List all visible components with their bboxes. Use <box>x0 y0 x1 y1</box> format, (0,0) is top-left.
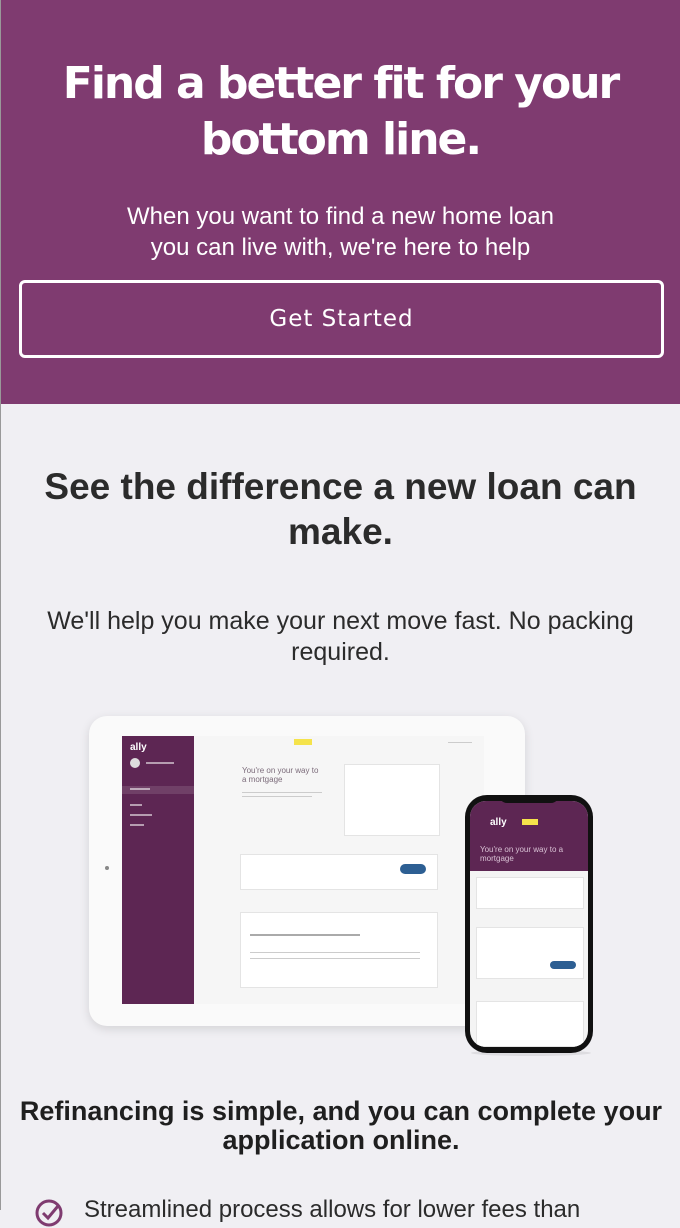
difference-section: See the difference a new loan can make. … <box>1 464 680 668</box>
tablet-logo: ally <box>130 742 147 753</box>
phone-notch <box>499 795 559 803</box>
tablet-mockup: ally You're on your way to a mortgage <box>89 716 525 1026</box>
text-line <box>250 958 420 959</box>
sidebar-line <box>130 804 142 806</box>
phone-logo: ally <box>490 817 507 828</box>
devices-illustration: ally You're on your way to a mortgage al… <box>1 700 680 1070</box>
sidebar-line <box>146 762 174 764</box>
sidebar-line <box>130 788 150 790</box>
bullet-text: Streamlined process allows for lower fee… <box>84 1196 581 1223</box>
avatar <box>130 758 140 768</box>
phone-mockup: ally You're on your way to a mortgage <box>465 795 593 1053</box>
loan-summary-card <box>476 1001 584 1047</box>
tablet-screen: ally You're on your way to a mortgage <box>122 736 484 1004</box>
address-line <box>250 934 360 936</box>
checkmark-icon <box>35 1199 63 1227</box>
sidebar-line <box>130 824 144 826</box>
phone-shadow <box>471 1050 591 1056</box>
status-badge <box>522 819 538 825</box>
hero-title: Find a better fit for your bottom line. <box>62 58 620 165</box>
get-started-button[interactable]: Get Started <box>19 280 664 358</box>
tablet-main: You're on your way to a mortgage <box>194 736 484 1004</box>
phone-header: ally You're on your way to a mortgage <box>470 801 588 871</box>
phone-title: You're on your way to a mortgage <box>480 845 564 863</box>
tasks-card <box>476 927 584 979</box>
go-to-tasks-pill <box>400 864 426 874</box>
progress-card <box>476 877 584 909</box>
text-line <box>242 792 322 793</box>
hero-subtitle: When you want to find a new home loan yo… <box>127 203 554 261</box>
tablet-camera <box>105 866 109 870</box>
go-to-tasks-pill <box>550 961 576 969</box>
status-badge <box>294 739 312 745</box>
phone-screen: ally You're on your way to a mortgage <box>470 801 588 1047</box>
sidebar-line <box>130 814 152 816</box>
difference-heading: See the difference a new loan can make. <box>44 466 637 552</box>
text-line <box>250 952 420 953</box>
difference-subtext: We'll help you make your next move fast.… <box>47 607 634 666</box>
account-line <box>448 742 472 743</box>
hero-banner: Find a better fit for your bottom line. … <box>1 0 680 404</box>
text-line <box>242 796 312 797</box>
tablet-sidebar: ally <box>122 736 194 1004</box>
loan-summary-card <box>240 912 438 988</box>
progress-card <box>344 764 440 836</box>
tablet-title: You're on your way to a mortgage <box>242 766 319 784</box>
refinance-heading: Refinancing is simple, and you can compl… <box>19 1096 663 1155</box>
